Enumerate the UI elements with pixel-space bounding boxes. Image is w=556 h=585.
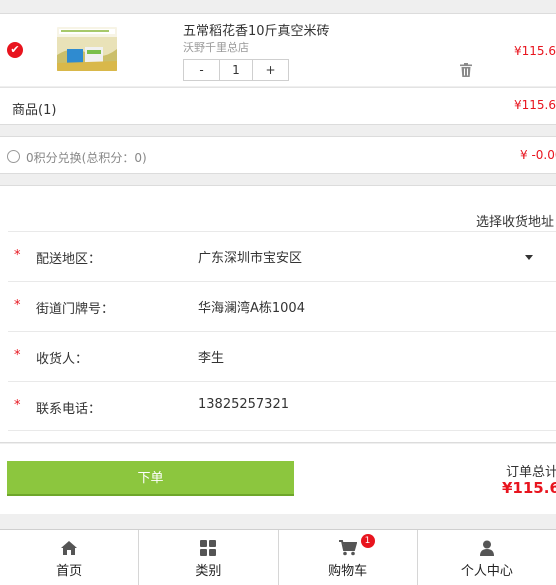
recipient-label: 收货人： — [36, 352, 89, 367]
user-icon — [479, 540, 494, 556]
subtotal-price: ¥115.64 — [514, 98, 556, 112]
street-input[interactable]: 华海澜湾A栋1004 — [198, 297, 305, 316]
required-mark: * — [14, 398, 21, 413]
home-icon — [61, 541, 78, 555]
tab-cart-label: 购物车 — [328, 564, 368, 579]
form-row-street: * 街道门牌号： 华海澜湾A栋1004 — [8, 281, 556, 331]
region-label: 配送地区： — [36, 252, 102, 267]
street-label: 街道门牌号： — [36, 302, 115, 317]
tab-cart[interactable]: 1 购物车 — [277, 530, 417, 585]
form-row-region: * 配送地区： 广东深圳市宝安区 — [8, 231, 556, 281]
points-label[interactable]: 0积分兑换(总积分：0) — [26, 149, 147, 166]
dropdown-caret-icon[interactable] — [525, 255, 533, 260]
points-radio[interactable] — [7, 150, 20, 163]
required-mark: * — [14, 298, 21, 313]
cart-item: ✔ 五常稻花香10斤真空米砖 沃野千里总店 - 1 + ¥115.64 — [0, 13, 556, 86]
selected-check-icon[interactable]: ✔ — [7, 42, 23, 58]
points-discount: ¥ -0.00 — [520, 148, 556, 162]
bottom-tab-bar: 首页 类别 1 购物车 个人中心 — [0, 529, 556, 585]
increment-button[interactable]: + — [253, 60, 288, 80]
tab-category[interactable]: 类别 — [138, 530, 277, 585]
select-address-link[interactable]: 选择收货地址 — [476, 211, 554, 230]
tab-profile-label: 个人中心 — [460, 564, 513, 579]
region-select[interactable]: 广东深圳市宝安区 — [198, 247, 302, 266]
form-row-phone: * 联系电话： 13825257321 — [8, 381, 556, 431]
phone-input[interactable]: 13825257321 — [198, 397, 289, 412]
quantity-stepper: - 1 + — [183, 59, 289, 81]
phone-label: 联系电话： — [36, 402, 102, 417]
quantity-input[interactable]: 1 — [219, 60, 253, 80]
points-row: 0积分兑换(总积分：0) ¥ -0.00 — [0, 136, 556, 174]
tab-profile[interactable]: 个人中心 — [416, 530, 556, 585]
cart-badge: 1 — [360, 534, 375, 548]
form-row-recipient: * 收货人： 李生 — [8, 331, 556, 381]
decrement-button[interactable]: - — [184, 60, 219, 80]
address-form: 选择收货地址 * 配送地区： 广东深圳市宝安区 * 街道门牌号： 华海澜湾A栋1… — [0, 185, 556, 443]
order-total-label: 订单总计 — [506, 465, 556, 480]
product-name[interactable]: 五常稻花香10斤真空米砖 — [183, 20, 330, 39]
product-price: ¥115.64 — [514, 44, 556, 58]
order-bar: 下单 订单总计 ¥115.64 — [0, 444, 556, 514]
place-order-button[interactable]: 下单 — [7, 461, 294, 496]
cart-icon — [338, 540, 357, 556]
tab-home[interactable]: 首页 — [0, 530, 138, 585]
tab-category-label: 类别 — [195, 564, 222, 579]
tab-home-label: 首页 — [56, 564, 83, 579]
subtotal-row: 商品(1) ¥115.64 — [0, 87, 556, 125]
recipient-input[interactable]: 李生 — [198, 347, 224, 366]
items-count-label: 商品(1) — [12, 103, 57, 118]
trash-icon[interactable] — [460, 63, 472, 77]
product-thumbnail[interactable] — [57, 27, 117, 71]
shop-name: 沃野千里总店 — [183, 41, 249, 54]
order-total-value: ¥115.64 — [502, 479, 556, 497]
grid-icon — [200, 540, 217, 556]
required-mark: * — [14, 348, 21, 363]
required-mark: * — [14, 248, 21, 263]
